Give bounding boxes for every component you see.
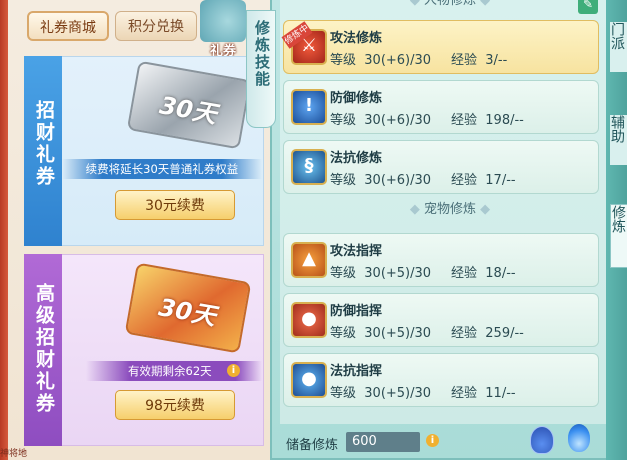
skill-exp: 经验 18/--	[451, 266, 516, 281]
pet-magic-icon: ●	[291, 362, 327, 398]
renew-30-button[interactable]: 30元续费	[115, 190, 235, 220]
voucher-card-premium-desc-text: 有效期剩余62天	[128, 364, 212, 378]
skill-row-attack-magic[interactable]: ⚔ 攻法修炼 等级 30(+6)/30 经验 3/--	[283, 20, 599, 74]
character-cultivation-header-text: 人物修炼	[423, 0, 476, 8]
skill-row-magic-resist[interactable]: § 法抗修炼 等级 30(+6)/30 经验 17/--	[283, 140, 599, 194]
voucher-card-premium-title: 高级招财礼券	[33, 283, 55, 415]
silver-ticket-label: 30天	[157, 91, 219, 129]
skill-level: 等级 30(+5)/30	[330, 266, 432, 281]
corner-label: 神将地	[0, 449, 28, 459]
pet-defense-icon: ●	[291, 302, 327, 338]
voucher-card-basic-desc: 续费将延长30天普通礼券权益	[62, 159, 262, 179]
voucher-ribbon-icon	[200, 0, 246, 42]
pet-cultivation-header-text: 宠物修炼	[423, 202, 476, 217]
gold-ticket-label: 30天	[156, 293, 219, 331]
character-cultivation-header: ◆ 人物修炼 ◆	[340, 0, 560, 12]
skill-name: 法抗指挥	[330, 364, 383, 379]
reserve-cultivation-value: 600	[346, 432, 420, 452]
skill-level: 等级 30(+5)/30	[330, 326, 432, 341]
edit-icon[interactable]: ✎	[578, 0, 598, 14]
skill-row-defense[interactable]: ! 防御修炼 等级 30(+6)/30 经验 198/--	[283, 80, 599, 134]
tab-points-exchange[interactable]: 积分兑换	[115, 11, 197, 41]
skill-exp: 经验 3/--	[451, 53, 508, 68]
pet-cultivation-header: ◆ 宠物修炼 ◆	[409, 202, 491, 217]
potion-icon[interactable]	[530, 426, 554, 454]
flame-icon[interactable]	[568, 424, 590, 452]
tab-cultivation[interactable]: 修炼	[610, 204, 627, 268]
skill-level: 等级 30(+5)/30	[330, 386, 432, 401]
tab-assist[interactable]: 辅助	[609, 115, 627, 165]
tab-sect[interactable]: 门派	[609, 22, 627, 72]
info-icon[interactable]: i	[227, 364, 240, 377]
skill-exp: 经验 198/--	[451, 113, 524, 128]
skill-name: 法抗修炼	[330, 151, 383, 166]
magic-icon: §	[291, 149, 327, 185]
skill-level: 等级 30(+6)/30	[330, 173, 432, 188]
skill-name: 防御指挥	[330, 304, 383, 319]
left-edge-bar	[0, 0, 8, 460]
skill-name: 攻法修炼	[330, 31, 383, 46]
voucher-card-basic-title: 招财礼券	[33, 100, 55, 188]
skill-exp: 经验 259/--	[451, 326, 524, 341]
skill-row-pet-attack[interactable]: ▲ 攻法指挥 等级 30(+5)/30 经验 18/--	[283, 233, 599, 287]
shield-icon: !	[291, 89, 327, 125]
skill-name: 攻法指挥	[330, 244, 383, 259]
info-icon[interactable]: i	[426, 434, 439, 447]
skill-row-pet-defense[interactable]: ● 防御指挥 等级 30(+5)/30 经验 259/--	[283, 293, 599, 347]
renew-98-button[interactable]: 98元续费	[115, 390, 235, 420]
tab-voucher-shop[interactable]: 礼券商城	[27, 11, 109, 41]
reserve-cultivation-label: 储备修炼	[286, 438, 339, 453]
skill-exp: 经验 17/--	[451, 173, 516, 188]
skill-name: 防御修炼	[330, 91, 383, 106]
pet-attack-icon: ▲	[291, 242, 327, 278]
skill-level: 等级 30(+6)/30	[330, 53, 432, 68]
skill-row-pet-magic-resist[interactable]: ● 法抗指挥 等级 30(+5)/30 经验 11/--	[283, 353, 599, 407]
tab-cultivation-skills-label: 修炼技能	[253, 20, 271, 88]
skill-level: 等级 30(+6)/30	[330, 113, 432, 128]
skill-exp: 经验 11/--	[451, 386, 516, 401]
